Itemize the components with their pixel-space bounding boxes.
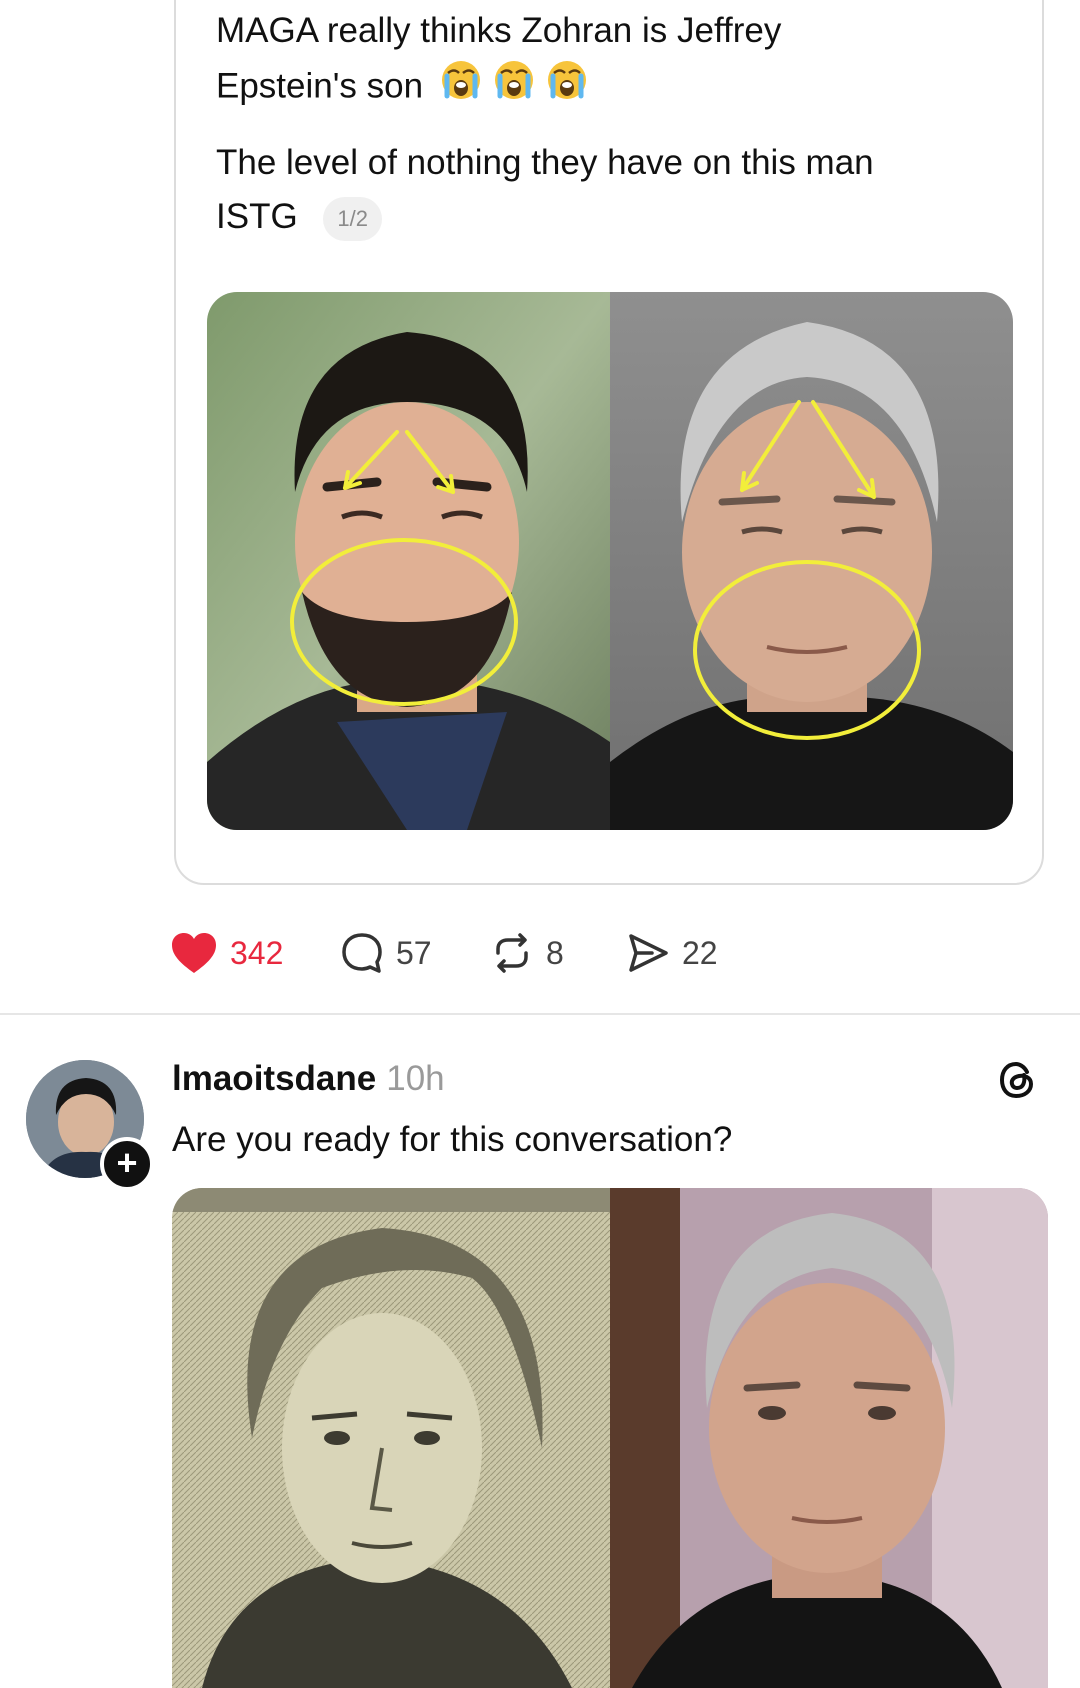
comment-button[interactable]: 57 <box>340 928 432 978</box>
quoted-post-text: MAGA really thinks Zohran is Jeffrey Eps… <box>216 4 996 244</box>
share-button[interactable]: 22 <box>626 928 718 978</box>
quoted-post-image[interactable] <box>207 292 1013 830</box>
send-icon <box>629 934 668 972</box>
crying-emoji-icon <box>439 58 589 118</box>
banknote-portrait <box>172 1188 610 1688</box>
post-text: Are you ready for this conversation? <box>172 1120 733 1159</box>
timestamp: 10h <box>386 1059 445 1098</box>
threads-logo-icon[interactable] <box>995 1058 1039 1102</box>
quoted-line-3: The level of nothing they have on this m… <box>216 143 874 182</box>
quoted-line-1: MAGA really thinks Zohran is Jeffrey <box>216 11 782 50</box>
follow-button[interactable]: + <box>100 1137 154 1191</box>
quoted-line-2: Epstein's son <box>216 66 424 106</box>
repost-button[interactable]: 8 <box>490 928 564 978</box>
carousel-indicator: 1/2 <box>323 196 383 241</box>
like-button[interactable]: 342 <box>170 928 283 978</box>
post-divider <box>0 1013 1080 1015</box>
left-portrait <box>207 292 610 830</box>
heart-icon <box>172 933 216 973</box>
username[interactable]: lmaoitsdane <box>172 1059 376 1098</box>
quoted-line-4: ISTG <box>216 197 298 236</box>
right-photo <box>610 1188 1048 1688</box>
post-image[interactable] <box>172 1188 1048 1688</box>
like-count: 342 <box>230 934 284 971</box>
repost-count: 8 <box>546 934 564 971</box>
post-header: lmaoitsdane 10h <box>172 1056 445 1102</box>
comment-count: 57 <box>396 934 432 971</box>
repost-icon <box>496 933 528 973</box>
share-count: 22 <box>682 934 718 971</box>
comment-bubble-icon <box>342 933 382 973</box>
